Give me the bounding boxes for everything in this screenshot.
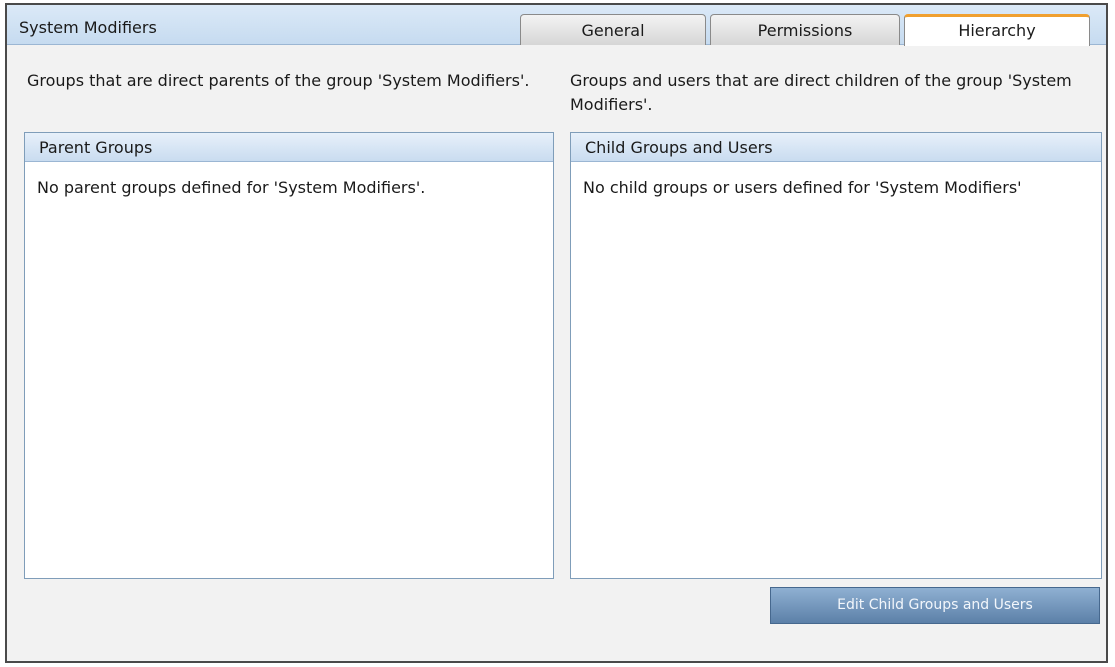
parent-groups-description: Groups that are direct parents of the gr… <box>27 71 530 90</box>
window-title: System Modifiers <box>19 18 157 37</box>
child-groups-header: Child Groups and Users <box>571 133 1101 162</box>
child-groups-panel: Child Groups and Users No child groups o… <box>570 132 1102 579</box>
parent-groups-empty-message: No parent groups defined for 'System Mod… <box>37 178 426 197</box>
parent-groups-panel: Parent Groups No parent groups defined f… <box>24 132 554 579</box>
child-groups-empty-message: No child groups or users defined for 'Sy… <box>583 178 1022 197</box>
tab-permissions[interactable]: Permissions <box>710 14 900 45</box>
group-properties-window: System Modifiers General Permissions Hie… <box>5 3 1108 663</box>
child-groups-description: Groups and users that are direct childre… <box>570 71 1072 114</box>
parent-groups-header: Parent Groups <box>25 133 553 162</box>
title-bar: System Modifiers General Permissions Hie… <box>7 5 1106 46</box>
tab-hierarchy[interactable]: Hierarchy <box>904 14 1090 46</box>
tab-general[interactable]: General <box>520 14 706 45</box>
edit-child-groups-button[interactable]: Edit Child Groups and Users <box>770 587 1100 624</box>
